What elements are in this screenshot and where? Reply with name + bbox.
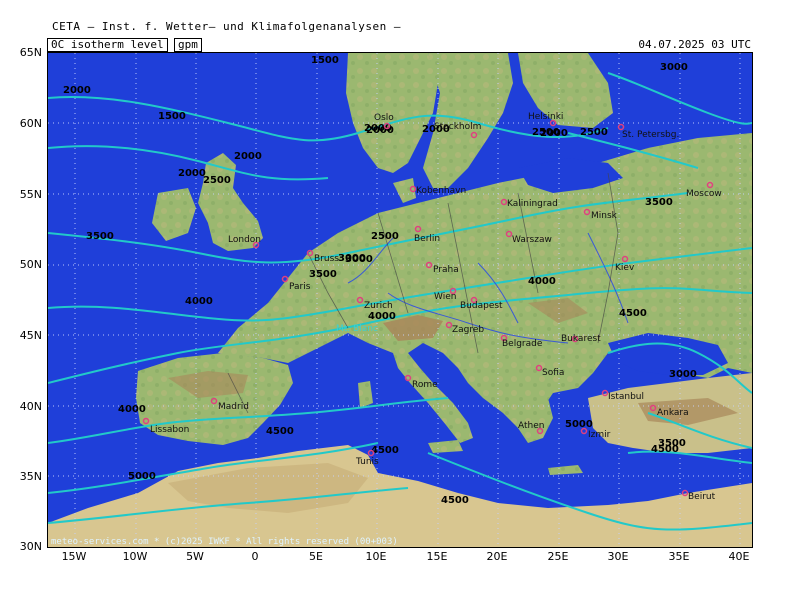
lon-label: 20E (486, 550, 508, 563)
city-label: Paris (289, 282, 311, 292)
city-label: Lissabon (150, 425, 189, 435)
city-label: Belgrade (502, 339, 543, 349)
lon-label: 0 (251, 550, 259, 563)
lon-label: 5E (309, 550, 323, 563)
copyright-notice: meteo-services.com * (c)2025 IWKF * All … (51, 537, 398, 547)
contour-label: 2500 (203, 175, 231, 186)
contour-label: 2000 (178, 168, 206, 179)
chart-title: CETA — Inst. f. Wetter— und Klimafolgena… (52, 20, 402, 33)
contour-label: 2000 (234, 151, 262, 162)
city-label: Tunis (355, 457, 379, 467)
city-label: Rome (412, 380, 438, 390)
city-label: Sofia (542, 368, 564, 378)
city-label: Stockholm (434, 122, 481, 132)
lon-label: 30E (607, 550, 629, 563)
contour-label: 3500 (86, 231, 114, 242)
weather-map: 1500 2000 1500 2000 2000 2500 2000 2500 … (47, 52, 753, 548)
contour-label: 3000 (660, 62, 688, 73)
city-label: Bukarest (561, 334, 601, 344)
lat-label: 50N (19, 258, 42, 271)
contour-label: 3500 (645, 197, 673, 208)
city-label: Oslo (374, 113, 394, 123)
lon-label: 10E (365, 550, 387, 563)
contour-label: 2000 (63, 85, 91, 96)
lon-label: 15W (61, 550, 87, 563)
city-label: Budapest (460, 301, 503, 311)
contour-label: 5000 (565, 419, 593, 430)
valid-time: 04.07.2025 03 UTC (638, 38, 751, 51)
contour-label: 5000 (128, 471, 156, 482)
lon-label: 10W (122, 550, 148, 563)
city-label: Izmir (588, 430, 611, 440)
contour-label: 3500 (309, 269, 337, 280)
contour-label: 1500 (158, 111, 186, 122)
city-label: London (228, 235, 261, 245)
city-label: Zagreb (452, 325, 484, 335)
contour-label: 3000 (345, 254, 373, 265)
contour-label: 4500 (651, 444, 679, 455)
city-label: Beirut (688, 492, 716, 502)
contour-label: 4500 (441, 495, 469, 506)
city-label: Warszaw (512, 235, 552, 245)
city-label: Kaliningrad (507, 199, 558, 209)
contour-label: 4000 (368, 311, 396, 322)
city-label: Istanbul (608, 392, 644, 402)
lat-label: 65N (19, 46, 42, 59)
lat-label: 35N (19, 470, 42, 483)
contour-label: 2000 (540, 128, 568, 139)
info-bar: 0C isotherm level gpm 04.07.2025 03 UTC (47, 38, 751, 52)
city-label: Bruss (314, 254, 339, 264)
lat-label: 30N (19, 540, 42, 553)
city-label: Athen (518, 421, 544, 431)
lon-label: 5W (186, 550, 204, 563)
lon-label: 25E (547, 550, 569, 563)
city-label: Mt. Blanc (336, 324, 378, 334)
city-label: Madrid (218, 402, 249, 412)
contour-label: 4500 (619, 308, 647, 319)
lon-label: 35E (668, 550, 690, 563)
city-label: Praha (433, 265, 459, 275)
city-label: Zurich (364, 301, 393, 311)
contour-label: 4000 (118, 404, 146, 415)
city-label: Moscow (686, 189, 722, 199)
unit-label: gpm (174, 38, 202, 52)
city-label: Ankara (657, 408, 689, 418)
lon-label: 40E (728, 550, 750, 563)
contour-label: 2500 (580, 127, 608, 138)
field-name: 0C isotherm level (47, 38, 168, 52)
lat-label: 60N (19, 117, 42, 130)
city-label: Berlin (414, 234, 440, 244)
contour-label: 4500 (266, 426, 294, 437)
city-label: Kobenhavn (416, 186, 466, 196)
contour-label: 2500 (371, 231, 399, 242)
contour-label: 1500 (311, 55, 339, 66)
contour-label: 4000 (185, 296, 213, 307)
contour-label: 4000 (528, 276, 556, 287)
city-label: Minsk (591, 211, 618, 221)
city-label: Wien (434, 292, 456, 302)
city-label: St. Petersbg. (622, 130, 679, 140)
map-canvas: 1500 2000 1500 2000 2000 2500 2000 2500 … (48, 53, 752, 547)
lat-label: 45N (19, 329, 42, 342)
lon-label: 15E (426, 550, 448, 563)
lat-label: 40N (19, 400, 42, 413)
city-label: Helsinki (528, 112, 563, 122)
contour-label: 4500 (371, 445, 399, 456)
contour-label: 3000 (669, 369, 697, 380)
lat-label: 55N (19, 188, 42, 201)
city-label: Kiev (615, 263, 635, 273)
